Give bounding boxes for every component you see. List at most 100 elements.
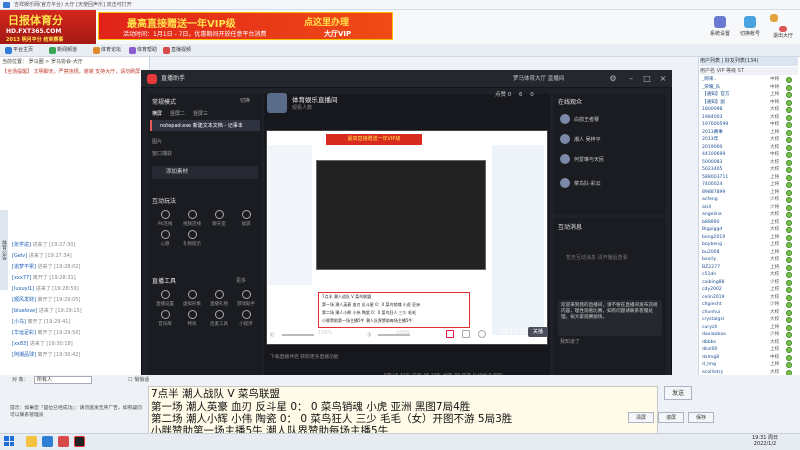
clear-button[interactable]: 清屏 bbox=[628, 412, 654, 423]
beauty-icon[interactable] bbox=[478, 330, 486, 338]
end-stream-button[interactable]: 关播 bbox=[528, 327, 548, 337]
tools-more-link[interactable]: 更多 bbox=[236, 277, 246, 284]
settings-icon[interactable]: ⚙ bbox=[608, 74, 618, 84]
settings-button[interactable]: 系统设置 bbox=[707, 16, 733, 42]
vip-ad-banner[interactable]: 最高直接赠送一年VIP级 活动时间：1月1日 - 7日，优惠期间开放任意平台消费… bbox=[98, 12, 393, 40]
user-row[interactable]: _啊来.. 中将 bbox=[700, 76, 798, 84]
scene-switch-button[interactable]: 切换 bbox=[240, 97, 250, 104]
user-row[interactable]: dkxl00 上校 bbox=[700, 346, 798, 354]
switch-account-button[interactable]: 切换帐号 bbox=[737, 16, 763, 42]
user-row[interactable]: dbbbs 大校 bbox=[700, 339, 798, 347]
site-logo[interactable]: 日报体育分 HD.FXT365.COM 2013 明月平分 结束赛事 bbox=[0, 10, 96, 44]
interact-tool[interactable]: 视频连线 bbox=[181, 210, 203, 227]
user-row[interactable]: 1984003 大校 bbox=[700, 114, 798, 122]
scene-tab[interactable]: 竖屏三 bbox=[193, 111, 208, 117]
folder-icon[interactable] bbox=[26, 436, 37, 447]
screenshot-icon[interactable] bbox=[462, 330, 470, 338]
nav-news[interactable]: 新闻频道 bbox=[48, 46, 77, 55]
user-row[interactable]: 5023405 大校 bbox=[700, 166, 798, 174]
user-row[interactable]: 44100699 中校 bbox=[700, 151, 798, 159]
user-row[interactable]: acfeng 少校 bbox=[700, 196, 798, 204]
user-row[interactable]: caibing88 少校 bbox=[700, 279, 798, 287]
scene-tab[interactable]: 竖屏二 bbox=[170, 111, 185, 117]
user-row[interactable]: boybeng 上校 bbox=[700, 241, 798, 249]
active-source[interactable]: notepad.exe 新建文本文档 - 记事本 bbox=[150, 120, 260, 131]
user-row[interactable]: Bigpiggd 大校 bbox=[700, 226, 798, 234]
chat-user[interactable]: [顺风发财] bbox=[12, 297, 36, 303]
nav-help[interactable]: 体育帮助 bbox=[128, 46, 157, 55]
user-row[interactable]: _荣耀_队 中将 bbox=[700, 84, 798, 92]
user-row[interactable]: 2019000 大校 bbox=[700, 144, 798, 152]
interact-tool[interactable]: 礼物提示 bbox=[181, 230, 203, 247]
save-button[interactable]: 保存 bbox=[688, 412, 714, 423]
chat-user[interactable]: [华运足彩] bbox=[12, 330, 36, 336]
user-row[interactable]: bxxrly 大校 bbox=[700, 256, 798, 264]
message-input[interactable]: 7点半 潮人战队 V 菜鸟联盟 第一场 潮人英豪 血刃 反斗星 0： 0 菜鸟销… bbox=[148, 386, 658, 437]
chat-user[interactable]: [luxuyl1] bbox=[12, 286, 34, 292]
user-row[interactable]: alsll 少将 bbox=[700, 204, 798, 212]
user-row[interactable]: 【通知】副 中将 bbox=[700, 99, 798, 107]
stream-tool[interactable]: 直播礼物 bbox=[208, 290, 230, 307]
chat-user[interactable]: [xxx77] bbox=[12, 275, 31, 281]
user-row[interactable]: celin2019 大校 bbox=[700, 294, 798, 302]
nav-live[interactable]: 直播视频 bbox=[162, 46, 191, 55]
user-row[interactable]: 197600599 中校 bbox=[700, 121, 798, 129]
stream-tool[interactable]: 特效 bbox=[181, 310, 203, 327]
user-row[interactable]: 588003711 上将 bbox=[700, 174, 798, 182]
user-row[interactable]: 89887899 上将 bbox=[700, 189, 798, 197]
user-row[interactable]: curyzh 上将 bbox=[700, 324, 798, 332]
stream-tool[interactable]: 小程序 bbox=[235, 310, 257, 327]
mic-volume-slider[interactable] bbox=[282, 334, 314, 336]
user-row[interactable]: dxlmg8 中校 bbox=[700, 354, 798, 362]
user-row[interactable]: 5000083 大校 bbox=[700, 159, 798, 167]
stream-app-icon[interactable] bbox=[74, 436, 85, 447]
add-source-button[interactable]: 添加素材 bbox=[152, 166, 258, 179]
user-row[interactable]: b88890 上校 bbox=[700, 219, 798, 227]
start-menu-icon[interactable] bbox=[4, 436, 14, 446]
user-row[interactable]: chgiesht 少将 bbox=[700, 301, 798, 309]
user-row[interactable]: BZ2277 上将 bbox=[700, 264, 798, 272]
stream-tool[interactable]: 虚拟形象 bbox=[181, 290, 203, 307]
user-row[interactable]: 2013赛事 上将 bbox=[700, 129, 798, 137]
stream-tool[interactable]: 游戏助手 bbox=[235, 290, 257, 307]
user-row[interactable]: cdy2002 上校 bbox=[700, 286, 798, 294]
footer-hint[interactable]: 下载直播伴侣 获取更多直播功能 bbox=[270, 353, 339, 360]
user-row[interactable]: daxiaobao 少将 bbox=[700, 331, 798, 339]
stream-tool[interactable]: 音乐库 bbox=[154, 310, 176, 327]
maximize-icon[interactable]: □ bbox=[642, 74, 652, 84]
nav-home[interactable]: 平台主页 bbox=[4, 46, 33, 55]
user-row[interactable]: angelina 大校 bbox=[700, 211, 798, 219]
source-window[interactable]: 窗口捕获 bbox=[152, 150, 172, 159]
browser-icon[interactable] bbox=[42, 436, 53, 447]
private-checkbox[interactable]: ☐ 悄悄话 bbox=[128, 376, 149, 385]
user-row[interactable]: 7400024 上将 bbox=[700, 181, 798, 189]
chat-user[interactable]: [追梦不累] bbox=[12, 264, 36, 270]
send-button[interactable]: 发送 bbox=[664, 386, 692, 400]
chat-user[interactable]: [xx83] bbox=[12, 341, 28, 347]
streamer-name[interactable]: 罗马体育大厅 直播间 bbox=[513, 74, 564, 84]
record-icon[interactable] bbox=[446, 330, 454, 338]
user-row[interactable]: c51dn 大校 bbox=[700, 271, 798, 279]
close-icon[interactable]: × bbox=[658, 74, 668, 84]
side-tab-announcement[interactable]: 体育公告 bbox=[0, 210, 8, 290]
user-row[interactable]: bu2008 上将 bbox=[700, 249, 798, 257]
say-to-select[interactable]: 所有人 bbox=[34, 376, 92, 384]
chat-user[interactable]: [小乌] bbox=[12, 319, 26, 325]
mic-icon[interactable]: ◐ bbox=[270, 331, 275, 338]
interact-tool[interactable]: 聊天室 bbox=[208, 210, 230, 227]
acknowledge-button[interactable]: 我知道了 bbox=[560, 338, 580, 346]
interact-tool[interactable]: 心愿 bbox=[154, 230, 176, 247]
chat-user[interactable]: [bluelove] bbox=[12, 308, 37, 314]
user-row[interactable]: 【通知】官方 上将 bbox=[700, 91, 798, 99]
scene-tab[interactable]: 横屏 bbox=[152, 111, 162, 117]
lobby-app-icon[interactable] bbox=[58, 436, 69, 447]
user-row[interactable]: 1800098 大校 bbox=[700, 106, 798, 114]
stream-tool[interactable]: 直播设置 bbox=[154, 290, 176, 307]
scroll-button[interactable]: 滚屏 bbox=[658, 412, 684, 423]
speaker-icon[interactable]: ◑ bbox=[366, 331, 371, 338]
source-image[interactable]: 图片 bbox=[152, 138, 162, 147]
chat-user[interactable]: [阿潮品球] bbox=[12, 352, 36, 358]
user-row[interactable]: chunhui 大校 bbox=[700, 309, 798, 317]
interact-tool[interactable]: 福袋 bbox=[235, 210, 257, 227]
stream-tool[interactable]: 连麦工具 bbox=[208, 310, 230, 327]
